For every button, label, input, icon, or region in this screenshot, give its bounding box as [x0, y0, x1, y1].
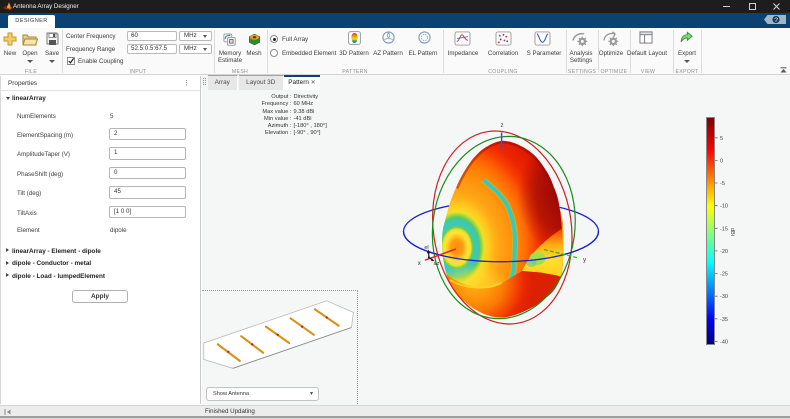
svg-text:-30: -30: [720, 294, 728, 300]
svg-text:-25: -25: [720, 272, 728, 278]
svg-text:z: z: [500, 122, 503, 129]
svg-text:5: 5: [720, 136, 723, 142]
svg-text:y: y: [583, 257, 587, 264]
svg-text:el: el: [424, 245, 428, 251]
svg-text:-35: -35: [720, 317, 728, 323]
svg-text:-20: -20: [720, 249, 728, 255]
svg-text:?: ?: [774, 17, 778, 24]
svg-text:az: az: [434, 261, 440, 267]
svg-text:-15: -15: [720, 226, 728, 232]
svg-text:-40: -40: [720, 339, 728, 345]
svg-text:0: 0: [720, 158, 723, 164]
svg-text:x: x: [418, 260, 422, 267]
svg-text:-5: -5: [720, 181, 725, 187]
svg-text:dBi: dBi: [729, 228, 735, 236]
svg-text:-10: -10: [720, 204, 728, 210]
